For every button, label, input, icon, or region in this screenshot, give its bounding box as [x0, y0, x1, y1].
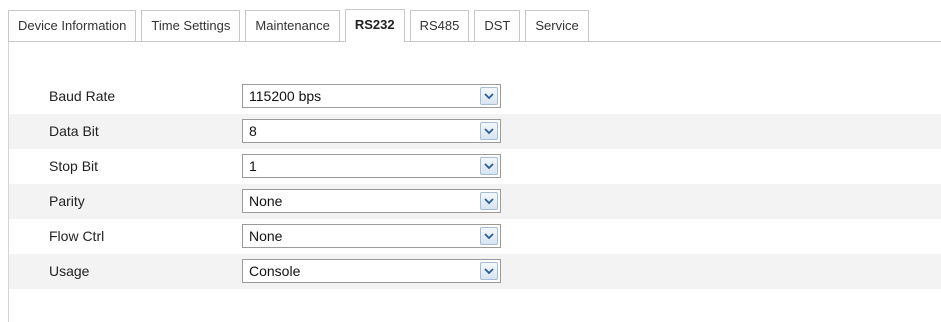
- chevron-down-icon[interactable]: [480, 122, 498, 140]
- tab-rs485[interactable]: RS485: [409, 10, 470, 42]
- form-row-data-bit: Data Bit 8: [9, 114, 941, 149]
- rs232-form: Baud Rate 115200 bps Data Bit 8 Stop Bit…: [9, 79, 941, 289]
- usage-label: Usage: [49, 263, 90, 279]
- stop-bit-label: Stop Bit: [49, 158, 99, 174]
- chevron-down-icon[interactable]: [480, 227, 498, 245]
- form-row-usage: Usage Console: [9, 254, 941, 289]
- stop-bit-select[interactable]: 1: [242, 154, 501, 178]
- baud-rate-value: 115200 bps: [249, 88, 322, 104]
- tab-bar: Device Information Time Settings Mainten…: [8, 9, 594, 42]
- tab-divider: [8, 41, 941, 42]
- tab-dst[interactable]: DST: [474, 10, 521, 42]
- chevron-down-icon[interactable]: [480, 157, 498, 175]
- parity-select[interactable]: None: [242, 189, 501, 213]
- flow-ctrl-label: Flow Ctrl: [49, 228, 105, 244]
- chevron-down-icon[interactable]: [480, 262, 498, 280]
- form-row-flow-ctrl: Flow Ctrl None: [9, 219, 941, 254]
- baud-rate-label: Baud Rate: [49, 88, 116, 104]
- chevron-down-icon[interactable]: [480, 87, 498, 105]
- flow-ctrl-select[interactable]: None: [242, 224, 501, 248]
- chevron-down-icon[interactable]: [480, 192, 498, 210]
- tab-rs232[interactable]: RS232: [344, 9, 405, 42]
- rs232-settings-page: Device Information Time Settings Mainten…: [0, 0, 941, 322]
- data-bit-select[interactable]: 8: [242, 119, 501, 143]
- tab-maintenance[interactable]: Maintenance: [245, 10, 340, 42]
- usage-select[interactable]: Console: [242, 259, 501, 283]
- baud-rate-select[interactable]: 115200 bps: [242, 84, 501, 108]
- tab-time-settings[interactable]: Time Settings: [141, 10, 241, 42]
- tab-device-information[interactable]: Device Information: [8, 10, 137, 42]
- usage-value: Console: [249, 263, 301, 279]
- stop-bit-value: 1: [249, 158, 257, 174]
- form-row-parity: Parity None: [9, 184, 941, 219]
- form-row-baud-rate: Baud Rate 115200 bps: [9, 79, 941, 114]
- flow-ctrl-value: None: [249, 228, 283, 244]
- tab-service[interactable]: Service: [525, 10, 589, 42]
- data-bit-value: 8: [249, 123, 257, 139]
- data-bit-label: Data Bit: [49, 123, 99, 139]
- parity-label: Parity: [49, 193, 85, 209]
- form-row-stop-bit: Stop Bit 1: [9, 149, 941, 184]
- parity-value: None: [249, 193, 283, 209]
